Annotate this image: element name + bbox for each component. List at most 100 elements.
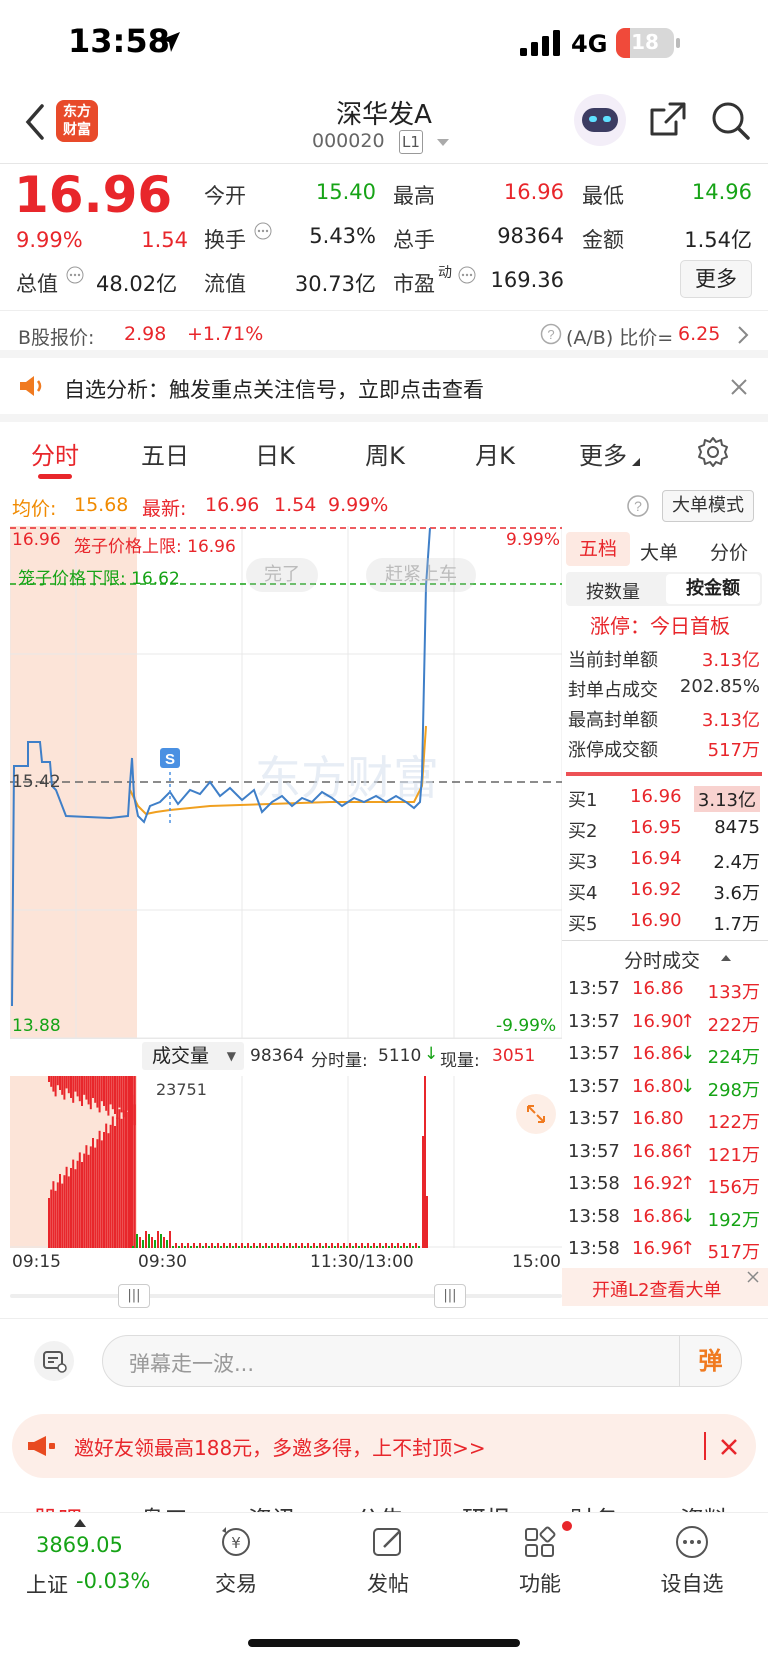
volume-bar <box>65 1166 68 1248</box>
volume-bar <box>78 1076 81 1102</box>
time-tick: 15:00 <box>512 1252 561 1272</box>
bid-level-row[interactable]: 买3 16.94 2.4万 <box>562 844 768 876</box>
tab-five-level[interactable]: 五档 <box>566 532 630 566</box>
volume-bar <box>107 1076 110 1116</box>
total-hands-value: 98364 <box>497 224 564 248</box>
active-tab-indicator <box>38 474 72 479</box>
tab-big-orders[interactable]: 大单 <box>640 538 678 565</box>
tab-pankou[interactable]: 盘口 <box>140 1500 188 1512</box>
settings-gear-icon[interactable] <box>697 436 729 468</box>
tab-guba[interactable]: 股吧 <box>34 1500 82 1512</box>
search-icon[interactable] <box>710 100 752 142</box>
stock-header: 东方 财富 深华发A 000020 L1 <box>0 92 768 164</box>
volume-chart[interactable]: 成交量 ▼ 98364 分时量: 5110 ↓ 现量: 3051 23751 <box>10 1038 562 1248</box>
volume-bar <box>67 1076 70 1094</box>
nav-post[interactable]: 发帖 <box>328 1523 448 1598</box>
danmu-bubble: 赶紧上车 <box>366 558 476 592</box>
bid-level-row[interactable]: 买1 16.96 3.13亿 <box>562 782 768 814</box>
volume-bar <box>67 1176 70 1248</box>
danmu-settings-icon[interactable] <box>34 1341 74 1381</box>
location-arrow-icon <box>160 32 180 52</box>
tab-profile[interactable]: 资料 <box>680 1500 728 1512</box>
danmu-input[interactable]: 弹幕走一波... 弹 <box>102 1335 742 1387</box>
fs-volume-label: 分时量: <box>311 1051 368 1071</box>
more-circle-icon <box>676 1526 708 1558</box>
intraday-price-chart[interactable]: 东方财富 S 16.96 笼子价格上限: 16.96 笼子价格下限: 16.62… <box>10 526 562 1038</box>
tab-five-day[interactable]: 五日 <box>130 436 200 471</box>
volume-bar <box>133 1104 136 1248</box>
svg-text:?: ? <box>634 498 642 514</box>
robot-avatar-icon[interactable] <box>574 94 626 146</box>
volume-bar <box>100 1076 103 1102</box>
close-icon[interactable] <box>730 378 748 396</box>
time-tick: 09:15 <box>12 1252 61 1272</box>
nav-trade[interactable]: ¥ 交易 <box>176 1523 296 1598</box>
volume-bar <box>98 1076 101 1113</box>
now-volume-label: 现量: <box>440 1051 480 1071</box>
close-icon[interactable] <box>746 1270 760 1284</box>
tab-price-distribution[interactable]: 分价 <box>710 538 748 565</box>
tab-daily-k[interactable]: 日K <box>240 436 310 471</box>
invite-banner[interactable]: 邀好友领最高188元，多邀多得，上不封顶>> <box>12 1414 756 1478</box>
volume-bar <box>422 1136 424 1248</box>
tab-news[interactable]: 资讯 <box>248 1500 296 1512</box>
nav-functions[interactable]: 功能 <box>480 1521 600 1598</box>
index-change[interactable]: -0.03% <box>76 1569 150 1593</box>
bid-level-row[interactable]: 买2 16.95 8475 <box>562 813 768 845</box>
volume-bar <box>61 1076 64 1095</box>
tick-row: 13:57 16.90 ↑ 222万 <box>568 1010 760 1036</box>
nav-add-watchlist[interactable]: 设自选 <box>632 1523 752 1598</box>
expand-icon[interactable] <box>516 1094 556 1134</box>
volume-bar <box>109 1076 112 1105</box>
info-dots-icon[interactable] <box>458 266 476 284</box>
help-icon[interactable]: ? <box>540 323 562 345</box>
more-button[interactable]: 更多 <box>680 260 752 298</box>
latest-value: 16.96 <box>205 494 260 516</box>
ticks-title[interactable]: 分时成交 <box>624 946 700 973</box>
tab-more[interactable]: 更多 <box>568 436 638 471</box>
dropdown-icon[interactable] <box>436 138 450 148</box>
battery-cap <box>676 38 680 48</box>
tab-intraday[interactable]: 分时 <box>22 436 88 471</box>
index-name[interactable]: 上证 <box>26 1569 68 1599</box>
volume-bar <box>74 1169 77 1248</box>
volume-bar <box>118 1109 121 1248</box>
tab-weekly-k[interactable]: 周K <box>350 436 420 471</box>
help-icon[interactable]: ? <box>626 494 650 518</box>
tab-research[interactable]: 研报 <box>462 1500 510 1512</box>
range-handle-right[interactable]: ||| <box>434 1284 466 1308</box>
index-value[interactable]: 3869.05 <box>36 1533 123 1557</box>
big-order-mode-button[interactable]: 大单模式 <box>662 490 754 522</box>
analysis-banner[interactable]: 自选分析：触发重点关注信号，立即点击查看 <box>0 358 768 422</box>
volume-bar <box>74 1076 77 1092</box>
tab-announcements[interactable]: 公告 <box>356 1500 404 1512</box>
close-icon[interactable] <box>720 1438 738 1456</box>
by-quantity-toggle[interactable]: 按数量 <box>586 578 640 604</box>
volume-bar <box>76 1160 79 1248</box>
l2-banner[interactable]: 开通L2查看大单 <box>562 1268 768 1306</box>
volume-total: 98364 <box>250 1046 305 1066</box>
fs-volume-value: 5110 <box>378 1046 422 1066</box>
info-dots-icon[interactable] <box>66 266 84 284</box>
tab-finance[interactable]: 财务 <box>570 1500 618 1512</box>
danmu-send-button[interactable]: 弹 <box>679 1336 741 1386</box>
share-icon[interactable] <box>648 100 688 140</box>
open-value: 15.40 <box>315 180 376 204</box>
volume-bar <box>160 1234 162 1248</box>
bid-level-row[interactable]: 买4 16.92 3.6万 <box>562 875 768 907</box>
range-scroller[interactable]: ||| ||| <box>10 1280 562 1312</box>
tick-row: 13:58 16.92 ↑ 156万 <box>568 1173 760 1198</box>
bid-level-row[interactable]: 买5 16.90 1.7万 <box>562 906 768 938</box>
volume-bar <box>100 1140 103 1248</box>
range-handle-left[interactable]: ||| <box>118 1284 150 1308</box>
volume-bar <box>118 1076 121 1108</box>
collapse-arrow-icon[interactable] <box>720 954 732 962</box>
volume-indicator-select[interactable]: 成交量 ▼ <box>142 1042 244 1070</box>
time-tick: 11:30/13:00 <box>310 1252 414 1272</box>
by-amount-toggle[interactable]: 按金额 <box>666 574 760 604</box>
svg-text:?: ? <box>547 327 554 342</box>
b-share-row[interactable]: B股报价: 2.98 +1.71% ? (A/B) 比价= 6.25 <box>0 310 768 358</box>
tab-monthly-k[interactable]: 月K <box>460 436 530 471</box>
chart-tabs: 分时 五日 日K 周K 月K 更多 <box>0 422 768 486</box>
volume-bar <box>163 1237 165 1248</box>
